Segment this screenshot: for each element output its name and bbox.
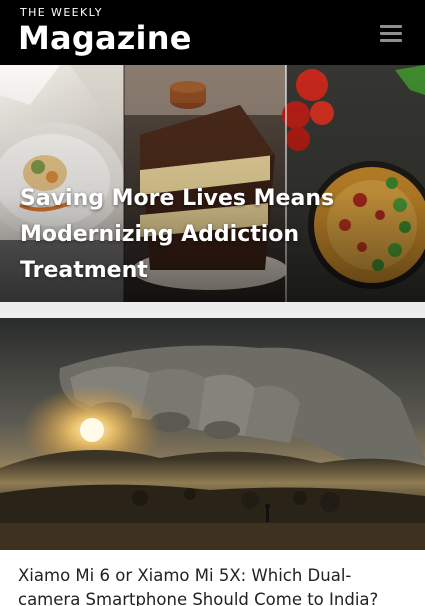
- article-card[interactable]: Xiamo Mi 6 or Xiamo Mi 5X: Which Dual-ca…: [0, 318, 425, 606]
- featured-article-card[interactable]: Saving More Lives Means Modernizing Addi…: [0, 65, 425, 302]
- card-divider: [0, 302, 425, 318]
- article-title[interactable]: Xiamo Mi 6 or Xiamo Mi 5X: Which Dual-ca…: [18, 564, 413, 606]
- hand-over-misty-valley-image: [0, 318, 425, 550]
- hamburger-menu-icon[interactable]: [378, 23, 404, 43]
- site-header: THE WEEKLY Magazine: [0, 0, 425, 65]
- brand-logo[interactable]: Magazine: [18, 19, 192, 57]
- brand-kicker: THE WEEKLY: [20, 6, 103, 19]
- featured-article-title[interactable]: Saving More Lives Means Modernizing Addi…: [20, 181, 350, 289]
